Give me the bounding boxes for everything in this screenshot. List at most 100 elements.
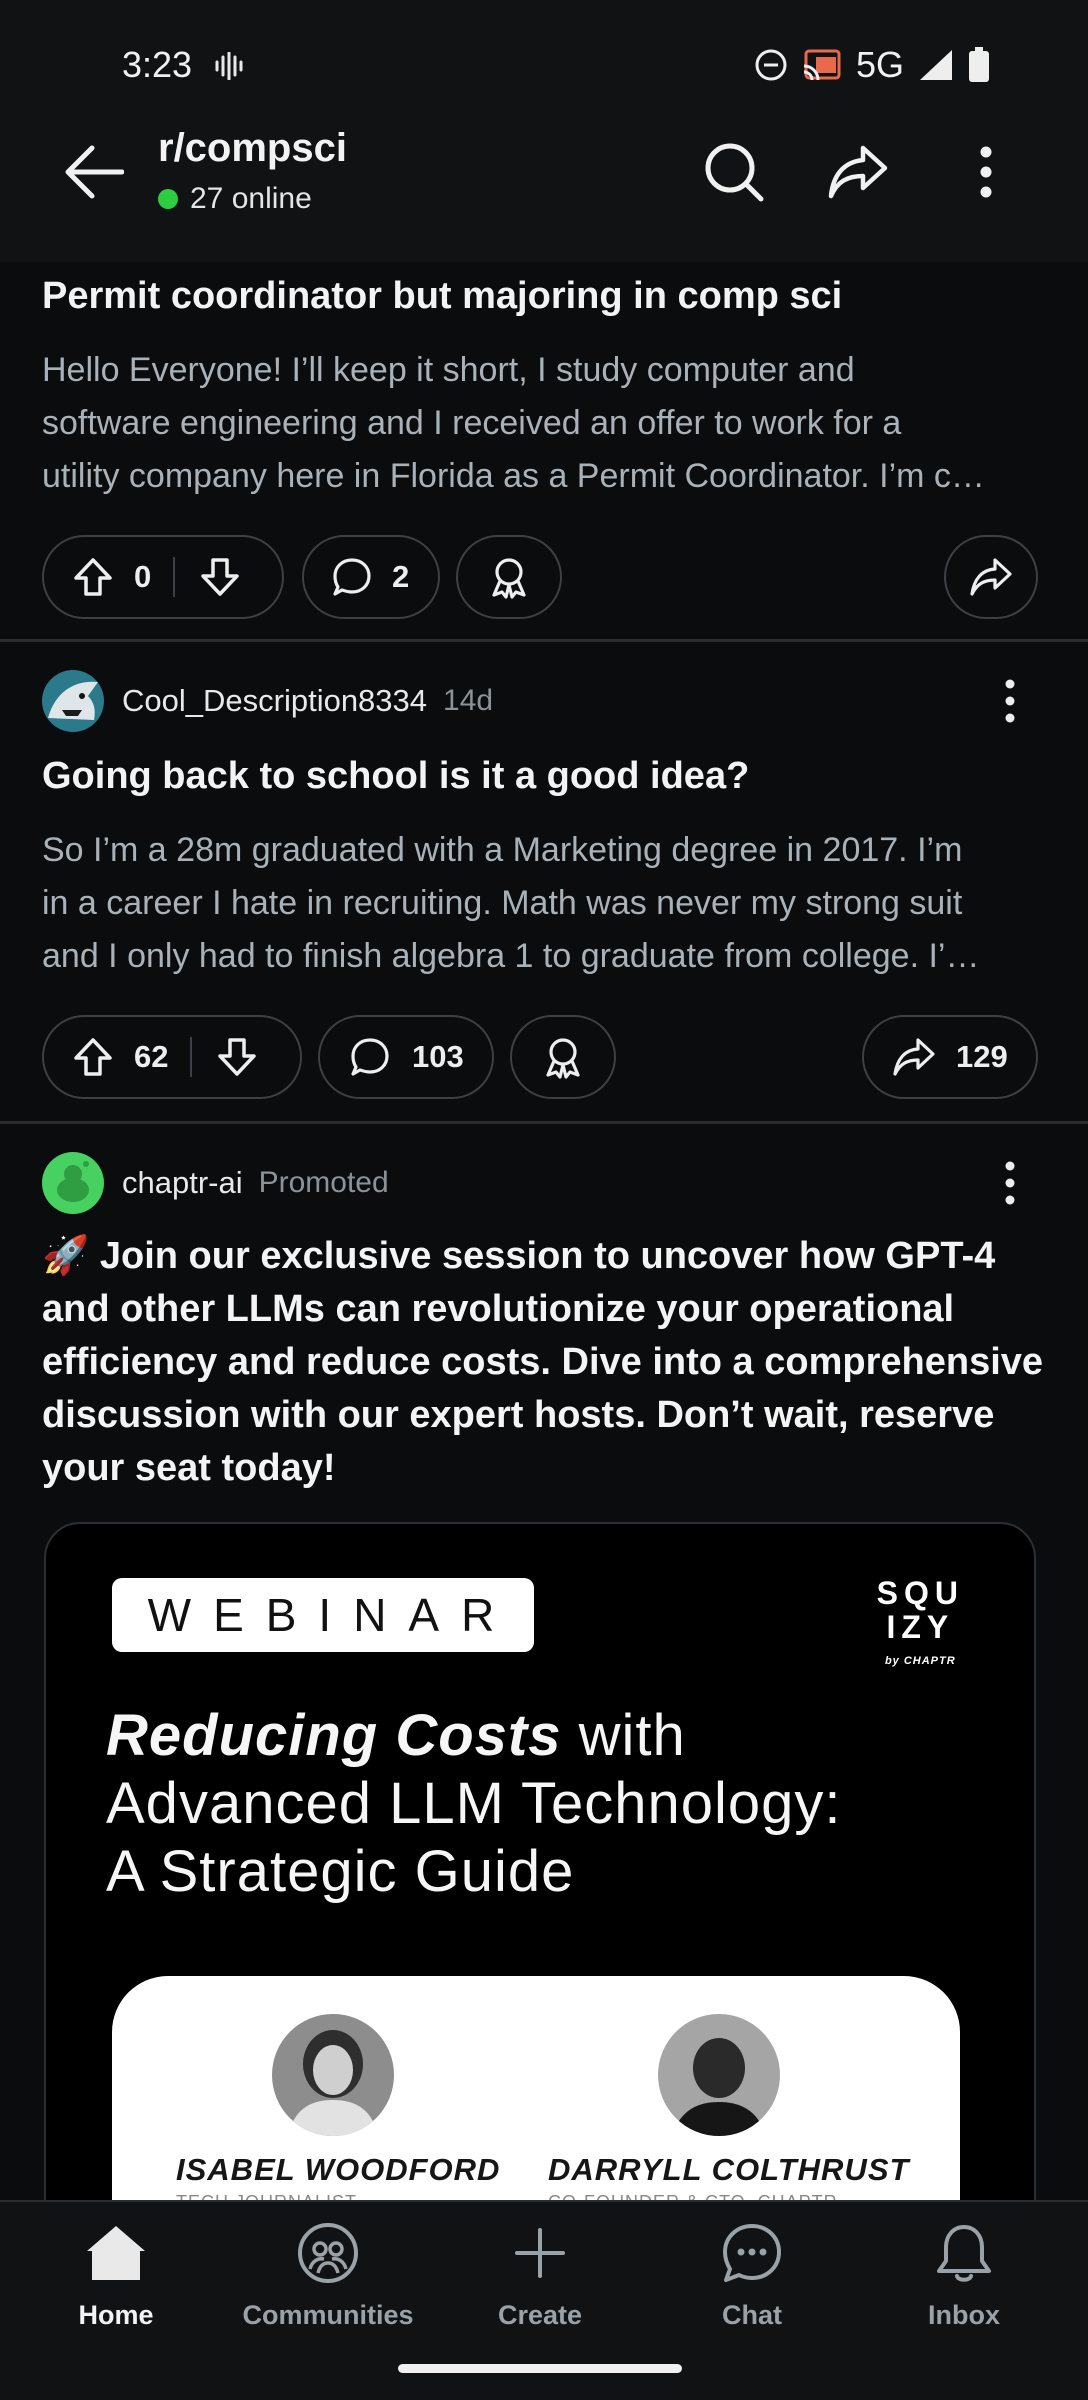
- brand-tagline: by CHAPTR: [884, 1655, 956, 1667]
- network-type: 5G: [855, 44, 904, 85]
- brand-logo: SQU IZY by CHAPTR: [877, 1576, 964, 1678]
- online-count: 27 online: [158, 182, 312, 216]
- share-icon: [970, 558, 1012, 596]
- ad-author-row[interactable]: chaptr-ai Promoted: [42, 1152, 389, 1214]
- share-count: 129: [956, 1039, 1008, 1074]
- share-post-button[interactable]: 129: [862, 1015, 1038, 1099]
- award-button[interactable]: [456, 535, 562, 619]
- ad-options-button[interactable]: [990, 1152, 1030, 1214]
- post-body[interactable]: Hello Everyone! I’ll keep it short, I st…: [42, 344, 1046, 503]
- brand-line: SQU: [876, 1575, 964, 1611]
- speaker-photo: [272, 2014, 394, 2136]
- headline-text: with: [561, 1703, 686, 1768]
- comments-button[interactable]: 2: [302, 535, 440, 619]
- post-age: 14d: [443, 684, 494, 717]
- downvote-icon[interactable]: [216, 1036, 258, 1078]
- home-icon: [81, 2218, 151, 2288]
- more-options-button[interactable]: [948, 134, 1024, 210]
- post-body-line: Hello Everyone! I’ll keep it short, I st…: [42, 351, 855, 389]
- share-icon: [893, 1038, 935, 1076]
- post-body-line: So I’m a 28m graduated with a Marketing …: [42, 831, 963, 869]
- post-body-line: and I only had to finish algebra 1 to gr…: [42, 937, 980, 975]
- ad-title[interactable]: 🚀 Join our exclusive session to uncover …: [42, 1230, 1052, 1495]
- vote-count: 0: [134, 559, 152, 594]
- nav-label: Home: [78, 2300, 154, 2330]
- top-bar: 3:23 5G r/compsci 27 online: [0, 0, 1088, 262]
- communities-icon: [293, 2218, 363, 2288]
- post-body-line: in a career I hate in recruiting. Math w…: [42, 884, 963, 922]
- comment-count: 103: [412, 1039, 464, 1074]
- post-options-button[interactable]: [990, 670, 1030, 732]
- more-vertical-icon: [1005, 1161, 1015, 1205]
- post-title[interactable]: Going back to school is it a good idea?: [42, 750, 1046, 803]
- online-dot: [158, 189, 178, 209]
- nav-chat[interactable]: Chat: [652, 2218, 852, 2348]
- post-feed[interactable]: Permit coordinator but majoring in comp …: [0, 262, 1088, 2200]
- avatar[interactable]: [42, 1152, 104, 1214]
- comments-button[interactable]: 103: [318, 1015, 494, 1099]
- dnd-icon: [755, 49, 787, 81]
- award-button[interactable]: [510, 1015, 616, 1099]
- share-icon: [828, 145, 888, 199]
- battery-icon: [969, 47, 989, 82]
- vote-pill: 62: [42, 1015, 302, 1099]
- vote-pill: 0: [42, 535, 284, 619]
- chat-icon: [717, 2218, 787, 2288]
- nav-communities[interactable]: Communities: [228, 2218, 428, 2348]
- person-photo-icon: [272, 2014, 394, 2136]
- award-icon: [546, 1038, 580, 1079]
- avatar[interactable]: [42, 670, 104, 732]
- status-icons: 5G: [754, 44, 990, 86]
- post-body-line: utility company here in Florida as a Per…: [42, 457, 985, 495]
- nav-inbox[interactable]: Inbox: [864, 2218, 1064, 2348]
- comment-count: 2: [392, 559, 410, 594]
- post-body-line: software engineering and I received an o…: [42, 404, 902, 442]
- post-title[interactable]: Permit coordinator but majoring in comp …: [42, 270, 1046, 323]
- downvote-icon[interactable]: [199, 556, 241, 598]
- speaker-name: DARRYLL COLTHRUST: [548, 2152, 910, 2187]
- back-arrow-icon: [65, 145, 124, 199]
- back-button[interactable]: [58, 136, 130, 208]
- bell-icon: [929, 2218, 999, 2288]
- cast-icon: [803, 49, 841, 81]
- upvote-icon[interactable]: [72, 1036, 114, 1078]
- subreddit-name[interactable]: r/compsci: [158, 126, 347, 171]
- post-author[interactable]: Cool_Description8334: [122, 683, 427, 719]
- person-photo-icon: [658, 2014, 780, 2136]
- webinar-badge: WEBINAR: [112, 1578, 534, 1652]
- share-post-button[interactable]: [944, 535, 1038, 619]
- post-card[interactable]: Cool_Description8334 14d Going back to s…: [0, 642, 1088, 1124]
- status-bar: 3:23 5G: [0, 0, 1088, 132]
- award-icon: [492, 558, 526, 599]
- share-button[interactable]: [820, 134, 896, 210]
- post-body[interactable]: So I’m a 28m graduated with a Marketing …: [42, 824, 1046, 983]
- upvote-icon[interactable]: [72, 556, 114, 598]
- more-vertical-icon: [1005, 679, 1015, 723]
- brand-line: IZY: [886, 1609, 955, 1645]
- speaker-role: TECH JOURNALIST: [176, 2192, 357, 2200]
- vote-count: 62: [134, 1039, 169, 1074]
- webinar-headline: Reducing Costs with Advanced LLM Technol…: [106, 1702, 986, 1906]
- nav-create[interactable]: Create: [440, 2218, 640, 2348]
- nav-label: Communities: [242, 2300, 414, 2330]
- post-card[interactable]: Permit coordinator but majoring in comp …: [0, 262, 1088, 642]
- headline-text: Advanced LLM Technology:: [106, 1771, 842, 1836]
- home-indicator[interactable]: [398, 2364, 682, 2373]
- nav-label: Inbox: [928, 2300, 1000, 2330]
- comment-icon: [351, 1038, 389, 1076]
- nav-home[interactable]: Home: [16, 2218, 216, 2348]
- status-time: 3:23: [122, 44, 193, 85]
- snoo-avatar-icon: [42, 1152, 104, 1214]
- ad-image[interactable]: WEBINAR SQU IZY by CHAPTR Reducing Costs…: [44, 1522, 1036, 2200]
- promoted-label: Promoted: [258, 1166, 389, 1199]
- speakers-panel: ISABEL WOODFORD TECH JOURNALIST DARRYLL …: [112, 1976, 960, 2200]
- comment-icon: [333, 558, 371, 596]
- vibrate-icon: [215, 52, 243, 80]
- post-author-row[interactable]: Cool_Description8334 14d: [42, 670, 493, 732]
- search-button[interactable]: [696, 134, 772, 210]
- divider: [173, 557, 176, 597]
- ad-author[interactable]: chaptr-ai: [122, 1165, 243, 1201]
- search-icon: [705, 143, 764, 202]
- divider: [190, 1037, 193, 1077]
- plus-icon: [505, 2218, 575, 2288]
